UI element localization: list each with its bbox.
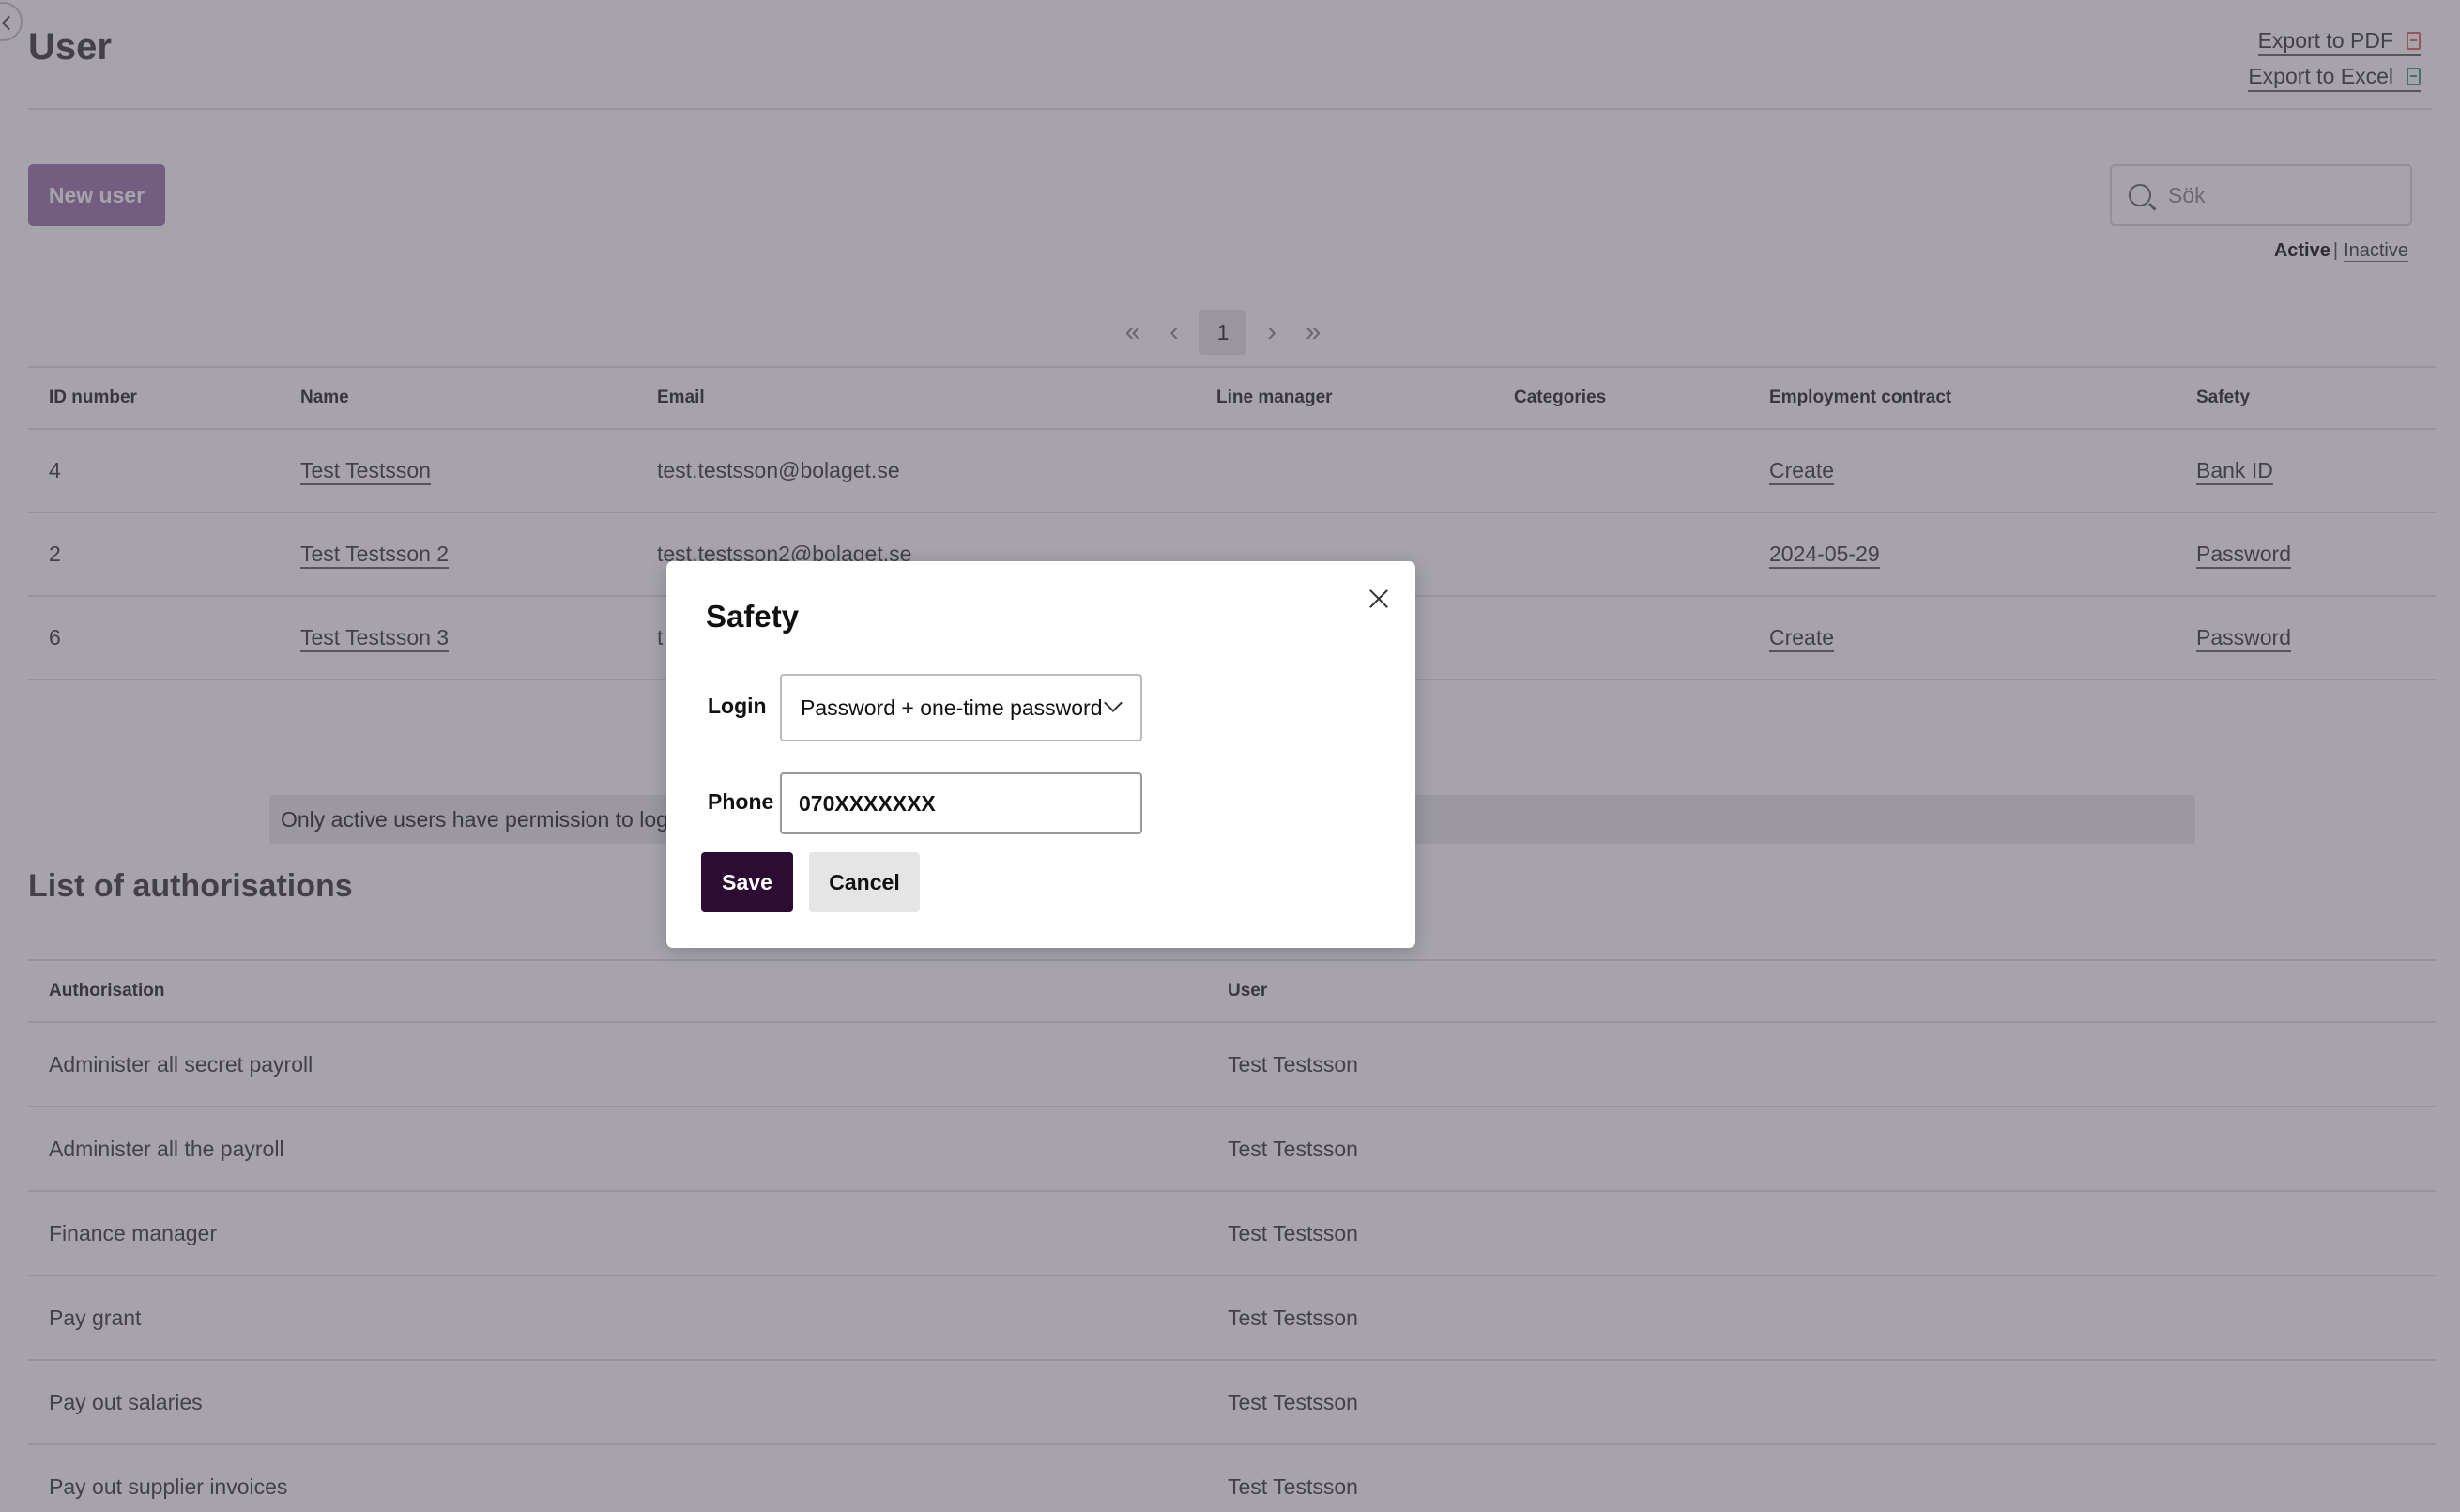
close-icon[interactable]	[1368, 588, 1389, 609]
chevron-down-icon	[1104, 694, 1123, 712]
login-method-select[interactable]: Password + one-time password	[780, 674, 1142, 741]
login-method-value: Password + one-time password	[801, 695, 1103, 720]
cancel-button[interactable]: Cancel	[809, 852, 920, 912]
phone-input[interactable]	[780, 772, 1142, 834]
save-button[interactable]: Save	[701, 852, 793, 912]
dialog-title: Safety	[706, 599, 800, 634]
safety-dialog: Safety Login Password + one-time passwor…	[666, 561, 1415, 948]
phone-label: Phone	[708, 789, 774, 814]
login-label: Login	[708, 694, 767, 718]
